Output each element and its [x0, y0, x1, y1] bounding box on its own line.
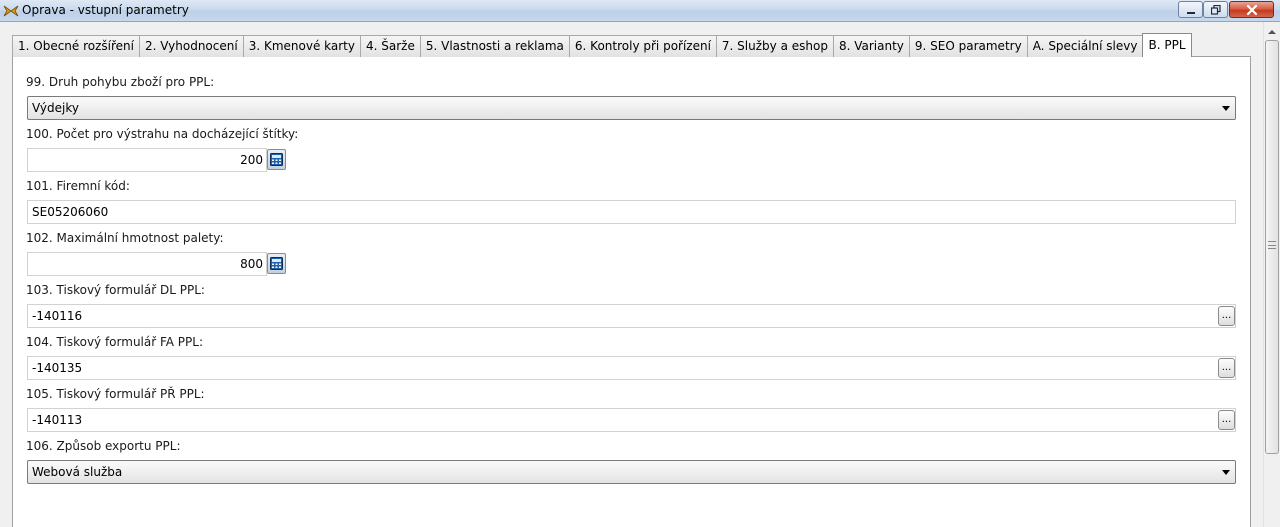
field-106-label: 106. Způsob exportu PPL: — [26, 439, 181, 453]
field-105-label: 105. Tiskový formulář PŘ PPL: — [26, 387, 205, 401]
calculator-icon — [270, 257, 283, 270]
tab-sarze[interactable]: 4. Šarže — [359, 35, 421, 57]
tab-varianty[interactable]: 8. Varianty — [832, 35, 910, 57]
druh-pohybu-value: Výdejky — [32, 101, 79, 115]
formular-pr-browse-button[interactable]: ... — [1218, 410, 1235, 430]
grip-icon — [1268, 241, 1276, 249]
calculator-icon — [270, 153, 283, 166]
field-101-label: 101. Firemní kód: — [26, 179, 130, 193]
field-99-label: 99. Druh pohybu zboží pro PPL: — [26, 75, 215, 89]
title-bar: Oprava - vstupní parametry — [0, 0, 1280, 22]
formular-pr-input[interactable]: -140113 — [27, 408, 1236, 432]
firemni-kod-input[interactable]: SE05206060 — [27, 200, 1236, 224]
close-icon — [1246, 4, 1257, 15]
tab-vlastnosti-a-reklama[interactable]: 5. Vlastnosti a reklama — [419, 35, 570, 57]
pocet-vystraha-input[interactable]: 200 — [27, 148, 267, 172]
formular-fa-browse-button[interactable]: ... — [1218, 358, 1235, 378]
tab-kontroly-pri-porizeni[interactable]: 6. Kontroly při pořízení — [568, 35, 717, 57]
tab-sluzby-a-eshop[interactable]: 7. Služby a eshop — [715, 35, 834, 57]
calculator-button[interactable] — [267, 253, 286, 274]
tab-ppl[interactable]: B. PPL — [1142, 33, 1192, 57]
formular-fa-input[interactable]: -140135 — [27, 356, 1236, 380]
calculator-button[interactable] — [267, 149, 286, 170]
dropdown-arrow-icon — [1222, 106, 1230, 111]
scroll-up-button[interactable] — [1264, 24, 1280, 40]
tab-obecne-rozsireni[interactable]: 1. Obecné rozšíření — [12, 35, 140, 57]
minimize-button[interactable] — [1178, 1, 1203, 18]
dropdown-arrow-icon — [1222, 470, 1230, 475]
maximize-button[interactable] — [1203, 1, 1228, 18]
field-102-label: 102. Maximální hmotnost palety: — [26, 231, 224, 245]
minimize-icon — [1186, 11, 1195, 14]
tab-vyhodnoceni[interactable]: 2. Vyhodnocení — [139, 35, 244, 57]
tab-specialni-slevy[interactable]: A. Speciální slevy — [1026, 35, 1144, 57]
tab-seo-parametry[interactable]: 9. SEO parametry — [908, 35, 1028, 57]
app-arrows-icon — [3, 3, 19, 19]
field-100-label: 100. Počet pro výstrahu na docházející š… — [26, 127, 299, 141]
tab-strip: 1. Obecné rozšíření 2. Vyhodnocení 3. Km… — [12, 33, 1192, 57]
window-title: Oprava - vstupní parametry — [22, 3, 189, 17]
field-103-label: 103. Tiskový formulář DL PPL: — [26, 283, 205, 297]
formular-dl-input[interactable]: -140116 — [27, 304, 1236, 328]
formular-dl-browse-button[interactable]: ... — [1218, 306, 1235, 326]
scroll-up-arrow-icon — [1268, 30, 1276, 34]
hmotnost-palety-input[interactable]: 800 — [27, 252, 267, 276]
zpusob-exportu-select[interactable]: Webová služba — [27, 460, 1236, 484]
druh-pohybu-select[interactable]: Výdejky — [27, 96, 1236, 120]
field-104-label: 104. Tiskový formulář FA PPL: — [26, 335, 204, 349]
tab-kmenove-karty[interactable]: 3. Kmenové karty — [242, 35, 361, 57]
close-button[interactable] — [1229, 1, 1274, 18]
zpusob-exportu-value: Webová služba — [32, 465, 123, 479]
restore-icon — [1210, 4, 1221, 15]
